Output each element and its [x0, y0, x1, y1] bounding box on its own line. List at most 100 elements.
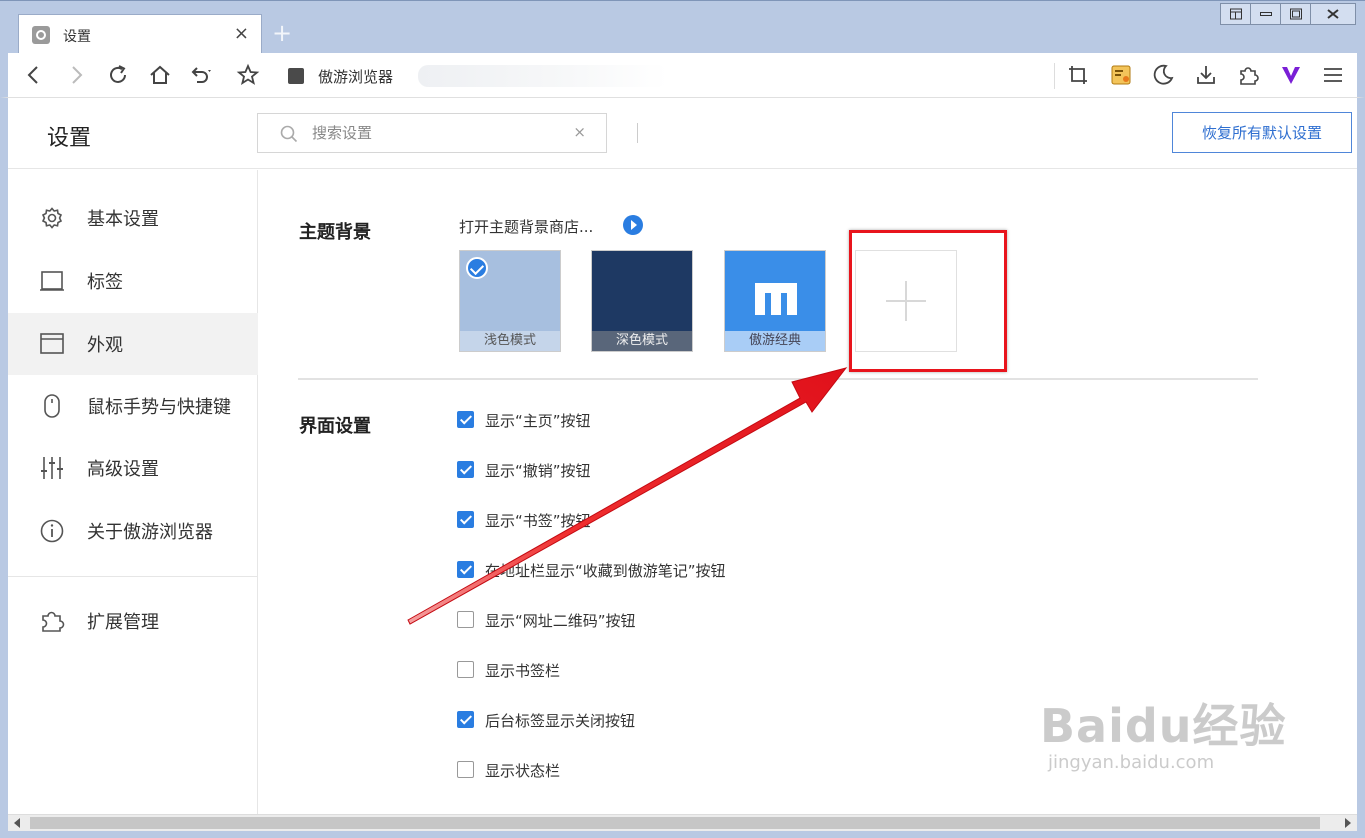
sidebar-item-label: 高级设置 [87, 459, 159, 480]
search-clear-icon[interactable]: × [573, 123, 586, 141]
extensions-icon[interactable] [1236, 63, 1260, 87]
settings-search[interactable]: × [257, 113, 607, 153]
sliders-icon [39, 455, 65, 481]
search-icon [280, 125, 298, 147]
site-favicon-icon [288, 68, 304, 84]
option-label: 显示书签栏 [485, 662, 561, 680]
theme-label: 傲游经典 [725, 331, 825, 351]
section-divider [298, 378, 1258, 380]
minimize-icon[interactable] [1251, 4, 1281, 24]
option-label: 显示状态栏 [485, 762, 561, 780]
check-icon [466, 257, 488, 279]
scroll-thumb[interactable] [30, 817, 1320, 829]
tab-settings[interactable]: 设置 × [18, 14, 262, 54]
checkbox[interactable] [457, 611, 474, 628]
mouse-icon [39, 393, 65, 419]
ui-section-title: 界面设置 [299, 416, 371, 437]
browser-toolbar: 傲游浏览器 [0, 53, 1365, 98]
option-label: 显示“主页”按钮 [485, 412, 591, 430]
add-theme-button[interactable] [855, 250, 957, 352]
sidebar-item-appearance[interactable]: 外观 [8, 313, 258, 375]
download-icon[interactable] [1194, 63, 1218, 87]
horizontal-scrollbar[interactable] [8, 814, 1357, 831]
notes-icon[interactable] [1109, 63, 1133, 87]
sidebar-item-label: 基本设置 [87, 209, 159, 230]
sidebar-divider [8, 576, 258, 577]
checkbox[interactable] [457, 561, 474, 578]
reload-icon[interactable] [106, 63, 130, 87]
night-mode-icon[interactable] [1151, 63, 1175, 87]
sidebar-item-about[interactable]: 关于傲游浏览器 [8, 500, 258, 562]
theme-label: 浅色模式 [460, 331, 560, 351]
puzzle-icon [39, 608, 65, 634]
tab-close-icon[interactable]: × [234, 23, 249, 44]
theme-label: 深色模式 [592, 331, 692, 351]
address-url-blurred[interactable] [418, 65, 668, 87]
new-tab-button[interactable]: + [272, 18, 292, 48]
address-site-name[interactable]: 傲游浏览器 [318, 66, 393, 87]
sidebar-item-label: 扩展管理 [87, 612, 159, 633]
play-arrow-icon[interactable] [623, 215, 643, 235]
home-icon[interactable] [148, 63, 172, 87]
baidu-watermark: Baidu经验 jingyan.baidu.com [1040, 690, 1287, 773]
checkbox[interactable] [457, 761, 474, 778]
sidebar-item-advanced[interactable]: 高级设置 [8, 437, 258, 499]
plus-icon [886, 281, 926, 321]
theme-dark[interactable]: 深色模式 [591, 250, 693, 352]
checkbox[interactable] [457, 461, 474, 478]
settings-favicon-icon [32, 26, 50, 44]
info-icon [39, 518, 65, 544]
option-label: 后台标签显示关闭按钮 [485, 712, 636, 730]
sidebar-item-mouse-shortcuts[interactable]: 鼠标手势与快捷键 [8, 375, 258, 437]
maxthon-logo-icon [753, 279, 799, 323]
menu-icon[interactable] [1321, 63, 1345, 87]
sidebar-item-label: 鼠标手势与快捷键 [87, 397, 231, 418]
checkbox[interactable] [457, 511, 474, 528]
tab-title: 设置 [63, 29, 91, 45]
layout-icon[interactable] [1221, 4, 1251, 24]
vip-icon[interactable] [1279, 63, 1303, 87]
sidebar-item-extensions[interactable]: 扩展管理 [8, 590, 258, 652]
window-frame-right [1357, 98, 1365, 831]
screenshot-icon[interactable] [1066, 63, 1090, 87]
window-controls [1220, 3, 1356, 25]
checkbox[interactable] [457, 711, 474, 728]
maximize-icon[interactable] [1281, 4, 1311, 24]
window-icon [39, 331, 65, 357]
theme-store-link[interactable]: 打开主题背景商店... [459, 216, 593, 237]
option-label: 显示“网址二维码”按钮 [485, 612, 636, 630]
forward-icon[interactable] [64, 63, 88, 87]
sidebar-item-tabs[interactable]: 标签 [8, 250, 258, 312]
settings-header: 设置 × 恢复所有默认设置 [8, 98, 1357, 169]
sidebar-item-label: 关于傲游浏览器 [87, 522, 213, 543]
sidebar-item-label: 标签 [87, 272, 123, 293]
window-titlebar: 设置 × + [0, 0, 1365, 54]
settings-sidebar: 基本设置 标签 外观 鼠标手势与快捷键 高级设置 关于傲游浏览器 扩展管理 [8, 170, 258, 814]
header-divider [637, 123, 638, 143]
window-frame-bottom [0, 831, 1365, 838]
back-icon[interactable] [22, 63, 46, 87]
checkbox[interactable] [457, 411, 474, 428]
bookmark-star-icon[interactable] [236, 63, 260, 87]
toolbar-divider [1054, 63, 1055, 89]
scroll-right-icon[interactable] [1345, 818, 1351, 828]
search-input[interactable] [312, 122, 562, 144]
option-label: 在地址栏显示“收藏到傲游笔记”按钮 [485, 562, 726, 580]
theme-classic[interactable]: 傲游经典 [724, 250, 826, 352]
restore-defaults-button[interactable]: 恢复所有默认设置 [1172, 112, 1352, 153]
watermark-main: Baidu经验 [1040, 699, 1287, 753]
theme-light[interactable]: 浅色模式 [459, 250, 561, 352]
sidebar-item-label: 外观 [87, 335, 123, 356]
page-title: 设置 [47, 126, 92, 151]
undo-icon[interactable] [188, 63, 212, 87]
option-label: 显示“书签”按钮 [485, 512, 591, 530]
scroll-left-icon[interactable] [14, 818, 20, 828]
option-label: 显示“撤销”按钮 [485, 462, 591, 480]
tab-icon [39, 268, 65, 294]
theme-section-title: 主题背景 [299, 222, 371, 243]
checkbox[interactable] [457, 661, 474, 678]
sidebar-item-basic[interactable]: 基本设置 [8, 187, 258, 249]
gear-icon [39, 205, 65, 231]
window-frame-left [0, 98, 8, 831]
close-window-icon[interactable] [1311, 4, 1355, 24]
